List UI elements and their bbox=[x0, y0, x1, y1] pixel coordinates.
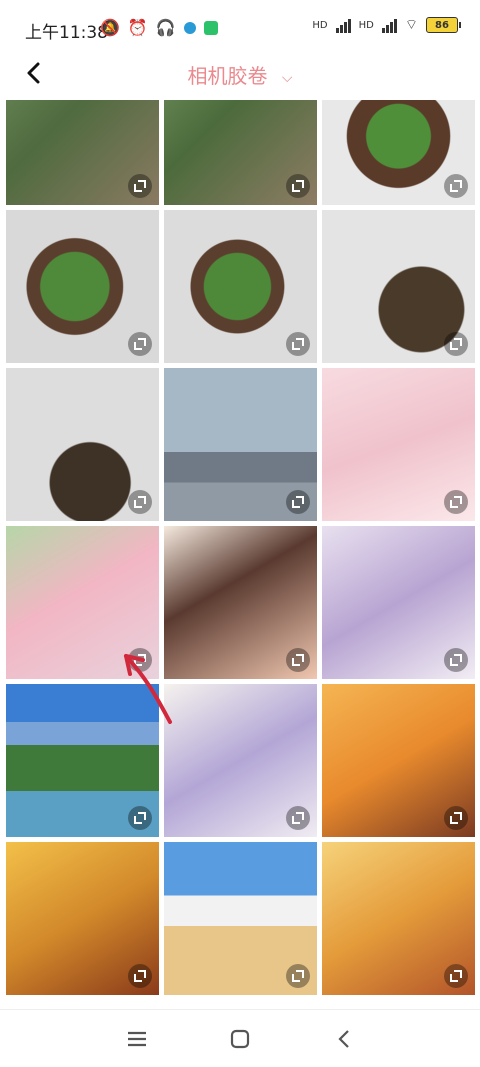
chevron-down-icon: ⌵ bbox=[281, 69, 293, 86]
system-navbar bbox=[0, 1009, 480, 1067]
expand-icon[interactable] bbox=[128, 332, 152, 356]
expand-icon[interactable] bbox=[128, 174, 152, 198]
photo-thumbnail-chibi-girl-gold[interactable] bbox=[322, 684, 475, 837]
album-title-dropdown[interactable]: 相机胶卷 ⌵ bbox=[0, 60, 480, 89]
photo-thumbnail-chibi-girl-coins[interactable] bbox=[6, 842, 159, 995]
photo-thumbnail-succulent-1[interactable] bbox=[6, 210, 159, 363]
expand-icon[interactable] bbox=[128, 964, 152, 988]
photo-thumbnail-city-skyline[interactable] bbox=[164, 368, 317, 521]
battery-icon: 86 bbox=[426, 17, 461, 33]
battery-level: 86 bbox=[435, 19, 449, 31]
expand-icon[interactable] bbox=[286, 964, 310, 988]
photo-thumbnail-succulent-2[interactable] bbox=[164, 210, 317, 363]
app-notification-icon bbox=[183, 21, 196, 34]
home-icon[interactable] bbox=[225, 1026, 255, 1052]
expand-icon[interactable] bbox=[444, 806, 468, 830]
red-arrow-annotation bbox=[124, 654, 172, 724]
signal-icon bbox=[335, 17, 351, 33]
signal-icon-2 bbox=[381, 17, 397, 33]
expand-icon[interactable] bbox=[286, 332, 310, 356]
status-time: 上午11:38 bbox=[25, 23, 108, 43]
expand-icon[interactable] bbox=[286, 174, 310, 198]
photo-thumbnail-plant-leaves-2[interactable] bbox=[164, 100, 317, 205]
status-icons-left: 🔕 ⏰ 🎧 bbox=[100, 18, 218, 37]
expand-icon[interactable] bbox=[444, 332, 468, 356]
signal-hd-label: HD bbox=[312, 19, 328, 31]
album-title: 相机胶卷 bbox=[187, 64, 268, 88]
photo-thumbnail-sky-building[interactable] bbox=[164, 842, 317, 995]
photo-thumbnail-plant-leaves[interactable] bbox=[6, 100, 159, 205]
expand-icon[interactable] bbox=[128, 490, 152, 514]
expand-icon[interactable] bbox=[444, 174, 468, 198]
wechat-icon bbox=[203, 20, 218, 35]
photo-thumbnail-anime-girl-lavender[interactable] bbox=[322, 526, 475, 679]
alarm-icon: ⏰ bbox=[127, 18, 148, 37]
menu-icon[interactable] bbox=[122, 1026, 152, 1052]
back-icon[interactable] bbox=[330, 1026, 360, 1052]
status-bar: 上午11:38 🔕 ⏰ 🎧 HD HD ⌔ 86 bbox=[0, 0, 480, 52]
mute-icon: 🔕 bbox=[100, 18, 120, 37]
photo-grid bbox=[0, 100, 480, 1010]
signal-hd-label-2: HD bbox=[358, 19, 374, 31]
expand-icon[interactable] bbox=[444, 648, 468, 672]
wifi-icon: ⌔ bbox=[404, 17, 418, 33]
expand-icon[interactable] bbox=[128, 806, 152, 830]
photo-thumbnail-plant-stem-pot-2[interactable] bbox=[6, 368, 159, 521]
expand-icon[interactable] bbox=[286, 648, 310, 672]
expand-icon[interactable] bbox=[444, 490, 468, 514]
photo-thumbnail-plant-stem-pot[interactable] bbox=[322, 210, 475, 363]
expand-icon[interactable] bbox=[286, 490, 310, 514]
app-header: 相机胶卷 ⌵ bbox=[0, 52, 480, 96]
headset-icon: 🎧 bbox=[155, 18, 176, 37]
photo-thumbnail-anime-girl-fortune[interactable] bbox=[322, 368, 475, 521]
photo-thumbnail-chibi-girl-coins-2[interactable] bbox=[322, 842, 475, 995]
photo-thumbnail-succulent-pot[interactable] bbox=[322, 100, 475, 205]
status-icons-right: HD HD ⌔ 86 bbox=[312, 16, 461, 34]
expand-icon[interactable] bbox=[286, 806, 310, 830]
expand-icon[interactable] bbox=[444, 964, 468, 988]
